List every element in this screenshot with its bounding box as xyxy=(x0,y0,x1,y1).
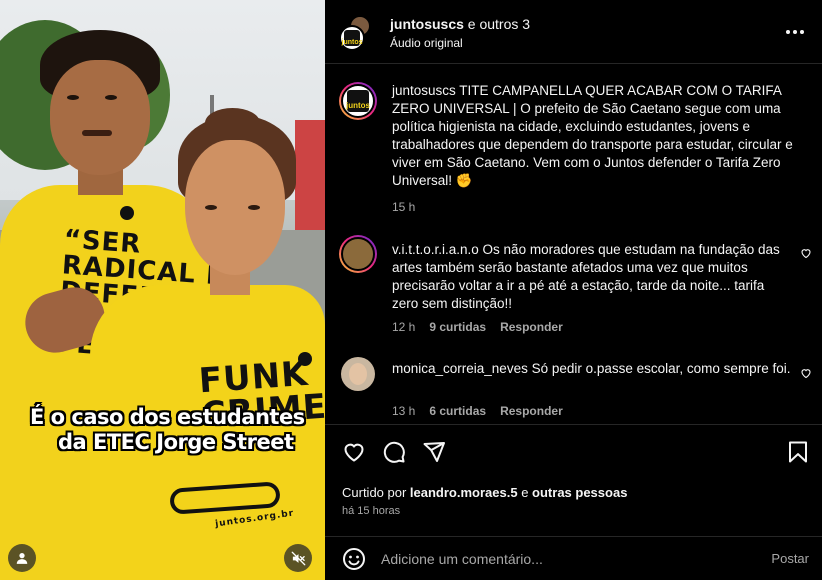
comment-timestamp[interactable]: 12 h xyxy=(392,320,415,334)
person-right-head xyxy=(185,140,285,275)
comment-avatar-image xyxy=(341,237,375,271)
add-comment-bar: Postar xyxy=(325,536,822,580)
comment-avatar-image xyxy=(349,363,367,385)
actions-divider xyxy=(325,424,822,425)
comment-icon xyxy=(383,441,405,463)
liked-by-user-link[interactable]: leandro.moraes.5 xyxy=(410,485,518,500)
comment-input[interactable] xyxy=(381,548,741,570)
juntos-logo: juntos xyxy=(346,90,370,112)
post-details-panel: juntos juntosuscs e outros 3 Áudio origi… xyxy=(325,0,822,580)
comment-body: Só pedir o.passe escolar, como sempre fo… xyxy=(527,361,791,376)
video-caption-overlay: É o caso dos estudantes da ETEC Jorge St… xyxy=(0,405,325,455)
lapel-mic-left xyxy=(120,206,134,220)
heart-icon xyxy=(801,249,811,259)
comment-likes-count[interactable]: 9 curtidas xyxy=(429,320,486,334)
original-audio-link[interactable]: Áudio original xyxy=(390,36,463,50)
comment-reply-button[interactable]: Responder xyxy=(500,404,563,418)
heart-icon xyxy=(801,369,811,379)
header-coauthors-link[interactable]: e outros 3 xyxy=(464,16,530,32)
like-button[interactable] xyxy=(342,440,366,469)
user-icon xyxy=(16,553,28,564)
post-caption: juntosuscs TITE CAMPANELLA QUER ACABAR C… xyxy=(392,82,807,190)
caption-username-link[interactable]: juntosuscs xyxy=(392,83,456,98)
comment-username-link[interactable]: v.i.t.t.o.r.i.a.n.o xyxy=(392,242,479,257)
person-left-eye xyxy=(105,95,117,100)
collab-avatar-primary: juntos xyxy=(339,25,365,51)
caption-timestamp[interactable]: 15 h xyxy=(392,200,415,214)
tagged-users-button[interactable] xyxy=(8,544,36,572)
liked-by-others-link[interactable]: outras pessoas xyxy=(532,485,627,500)
more-horizontal-icon xyxy=(786,30,790,34)
more-options-button[interactable] xyxy=(786,24,806,40)
comment-avatar[interactable] xyxy=(341,357,375,391)
caption-body: TITE CAMPANELLA QUER ACABAR COM O TARIFA… xyxy=(392,83,793,188)
person-right-eye xyxy=(205,205,217,210)
comment-timestamp[interactable]: 13 h xyxy=(392,404,415,418)
emoji-icon xyxy=(343,548,365,570)
mute-button[interactable] xyxy=(284,544,312,572)
comment-reply-button[interactable]: Responder xyxy=(500,320,563,334)
post-author-avatar[interactable]: juntos xyxy=(339,82,377,120)
post-author-avatar-inner: juntos xyxy=(341,84,375,118)
more-dot xyxy=(800,30,804,34)
comment-like-button[interactable] xyxy=(800,246,812,264)
post-timestamp[interactable]: há 15 horas xyxy=(342,505,400,517)
heart-icon xyxy=(344,443,364,462)
comment-meta: 13 h 6 curtidas Responder xyxy=(392,404,563,418)
reel-video[interactable]: “SER RADICAL É DEFENDER AS COISAS PELA R… xyxy=(0,0,325,580)
comment-item: monica_correia_neves Só pedir o.passe es… xyxy=(392,360,792,378)
video-caption-line-2: da ETEC Jorge Street xyxy=(58,430,294,454)
liked-by-prefix: Curtido por xyxy=(342,485,410,500)
person-left-eye xyxy=(67,95,79,100)
comment-avatar[interactable] xyxy=(339,235,377,273)
liked-by-summary: Curtido por leandro.moraes.5 e outras pe… xyxy=(342,485,627,500)
person-left-head xyxy=(50,60,150,175)
speaker-muted-icon xyxy=(291,551,305,565)
comment-username-link[interactable]: monica_correia_neves xyxy=(392,361,528,376)
header-author-link[interactable]: juntosuscs xyxy=(390,16,464,32)
post-header: juntos juntosuscs e outros 3 Áudio origi… xyxy=(325,0,822,64)
emoji-button[interactable] xyxy=(342,547,366,576)
comment-button[interactable] xyxy=(382,440,406,469)
share-button[interactable] xyxy=(422,440,446,469)
header-author-line: juntosuscs e outros 3 xyxy=(390,16,530,32)
comment-likes-count[interactable]: 6 curtidas xyxy=(429,404,486,418)
juntos-logo: juntos xyxy=(342,30,363,46)
comment-item: v.i.t.t.o.r.i.a.n.o Os não moradores que… xyxy=(392,241,792,313)
comment-like-button[interactable] xyxy=(800,366,812,384)
person-right-eye xyxy=(248,205,260,210)
more-dot xyxy=(793,30,797,34)
collab-avatars[interactable]: juntos xyxy=(339,15,375,51)
save-button[interactable] xyxy=(787,440,809,469)
background-building xyxy=(295,120,325,230)
lapel-mic-right xyxy=(298,352,312,366)
liked-by-join: e xyxy=(517,485,533,500)
comment-meta: 12 h 9 curtidas Responder xyxy=(392,320,563,334)
person-left-mouth xyxy=(82,130,112,136)
send-icon xyxy=(423,442,445,462)
post-comment-button[interactable]: Postar xyxy=(771,551,809,566)
bookmark-icon xyxy=(789,441,807,463)
video-caption-line-1: É o caso dos estudantes xyxy=(30,405,305,429)
